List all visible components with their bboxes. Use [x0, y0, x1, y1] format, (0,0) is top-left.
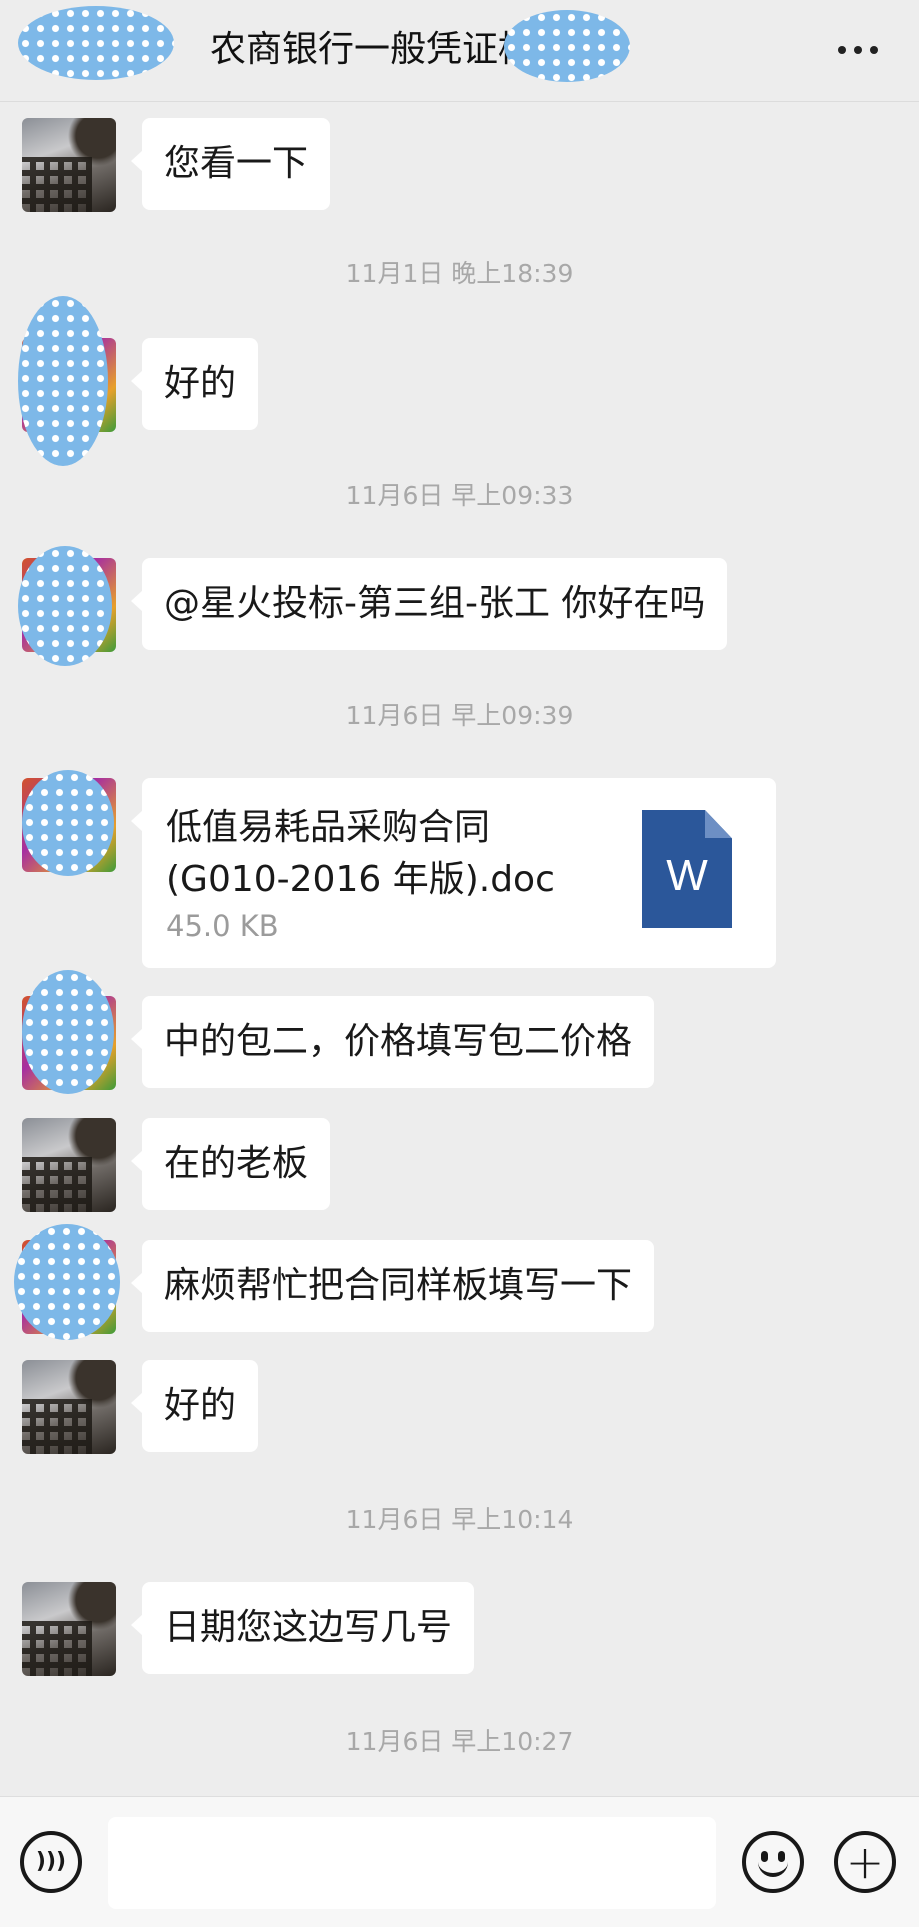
timestamp: 11月6日 早上10:14	[345, 1505, 574, 1534]
file-name: 低值易耗品采购合同(G010-2016 年版).doc	[166, 807, 555, 900]
message-text: 在的老板	[164, 1143, 309, 1184]
message-text: 您看一下	[164, 143, 309, 184]
timestamp: 11月6日 早上09:39	[345, 701, 574, 730]
message-bubble[interactable]: 麻烦帮忙把合同样板填写一下	[130, 1240, 655, 1332]
message-bubble[interactable]: 中的包二，价格填写包二价格	[130, 996, 655, 1088]
avatar[interactable]	[22, 1360, 116, 1454]
redacted-avatar	[22, 970, 114, 1094]
message-text: 中的包二，价格填写包二价格	[164, 1021, 633, 1062]
more-icon[interactable]	[828, 22, 888, 78]
redacted-name-right	[504, 10, 630, 82]
word-document-icon: W	[642, 810, 732, 928]
message-text: 麻烦帮忙把合同样板填写一下	[164, 1265, 633, 1306]
message-bubble[interactable]: 在的老板	[130, 1118, 331, 1210]
redacted-avatar	[22, 770, 114, 876]
chat-input-bar: ))) +	[0, 1796, 919, 1927]
redacted-avatar	[14, 1224, 120, 1340]
message-text: 好的	[164, 363, 237, 404]
emoji-icon[interactable]	[742, 1831, 804, 1893]
message-input[interactable]	[108, 1817, 716, 1909]
timestamp: 11月6日 早上10:27	[345, 1727, 574, 1756]
timestamp: 11月1日 晚上18:39	[345, 259, 574, 288]
message-bubble[interactable]: 您看一下	[130, 118, 331, 210]
message-bubble[interactable]: 好的	[130, 1360, 259, 1452]
avatar[interactable]	[22, 1118, 116, 1212]
redacted-avatar	[18, 296, 108, 466]
timestamp: 11月6日 早上09:33	[345, 481, 574, 510]
message-text: @星火投标-第三组-张工 你好在吗	[164, 583, 706, 624]
avatar[interactable]	[22, 1582, 116, 1676]
message-bubble[interactable]: 好的	[130, 338, 259, 430]
message-text: 日期您这边写几号	[164, 1607, 453, 1648]
message-bubble[interactable]: @星火投标-第三组-张工 你好在吗	[130, 558, 728, 650]
voice-icon[interactable]: )))	[20, 1831, 82, 1893]
file-message-card[interactable]: 低值易耗品采购合同(G010-2016 年版).doc 45.0 KB W	[131, 778, 776, 968]
message-bubble[interactable]: 日期您这边写几号	[130, 1582, 475, 1674]
file-size: 45.0 KB	[166, 909, 279, 943]
redacted-name-left	[18, 6, 174, 80]
redacted-avatar	[18, 546, 112, 666]
message-text: 好的	[164, 1385, 237, 1426]
plus-icon[interactable]: +	[834, 1831, 896, 1893]
avatar[interactable]	[22, 118, 116, 212]
chat-header: 农商银行一般凭证框架采	[0, 0, 919, 102]
